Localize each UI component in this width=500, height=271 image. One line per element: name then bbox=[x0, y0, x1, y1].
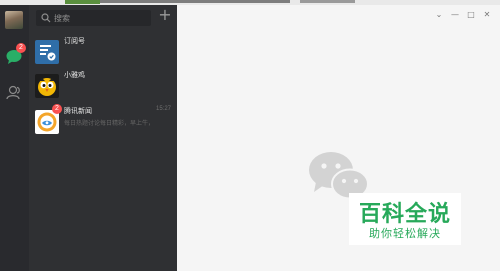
search-input[interactable] bbox=[54, 11, 144, 25]
close-button[interactable]: ✕ bbox=[481, 9, 493, 21]
unread-badge: 2 bbox=[52, 104, 62, 114]
add-button[interactable]: + bbox=[158, 7, 172, 23]
subscription-icon bbox=[35, 40, 59, 64]
conversation-preview: 每日热题讨论每日精彩，早上牛， bbox=[64, 120, 155, 127]
menu-chevron-icon[interactable]: ⌄ bbox=[433, 9, 445, 21]
chat-unread-badge: 2 bbox=[16, 43, 26, 53]
conversation-item-subscriptions[interactable]: 订阅号 bbox=[29, 34, 177, 72]
conversation-name: 订阅号 bbox=[64, 37, 85, 45]
minimize-button[interactable]: — bbox=[449, 9, 461, 21]
search-icon bbox=[41, 13, 51, 23]
bird-avatar bbox=[35, 74, 59, 98]
conversation-name: 腾讯新闻 bbox=[64, 107, 92, 115]
strip-segment-green bbox=[65, 0, 100, 4]
conversation-item-tencent-news[interactable]: 2 腾讯新闻 15:27 每日热题讨论每日精彩，早上牛， bbox=[29, 104, 177, 142]
strip-segment-grey bbox=[300, 0, 355, 3]
wechat-window: 2 + bbox=[0, 0, 500, 271]
conversation-list-panel: + 订阅号 bbox=[29, 5, 177, 271]
avatar[interactable] bbox=[5, 11, 23, 29]
watermark-logo: 百科全说 助你轻松解决 bbox=[349, 193, 461, 245]
watermark-subtitle: 助你轻松解决 bbox=[369, 227, 441, 240]
conversation-name: 小雅鸡 bbox=[64, 71, 85, 79]
conversation-time: 15:27 bbox=[155, 106, 171, 112]
watermark-title: 百科全说 bbox=[358, 202, 451, 227]
strip-segment-dark bbox=[100, 0, 290, 3]
maximize-button[interactable]: □ bbox=[465, 9, 477, 21]
sidebar-rail: 2 bbox=[0, 5, 29, 271]
search-box[interactable] bbox=[36, 10, 151, 26]
contacts-icon[interactable] bbox=[6, 85, 23, 100]
conversation-item-bird[interactable]: 小雅鸡 bbox=[29, 68, 177, 106]
